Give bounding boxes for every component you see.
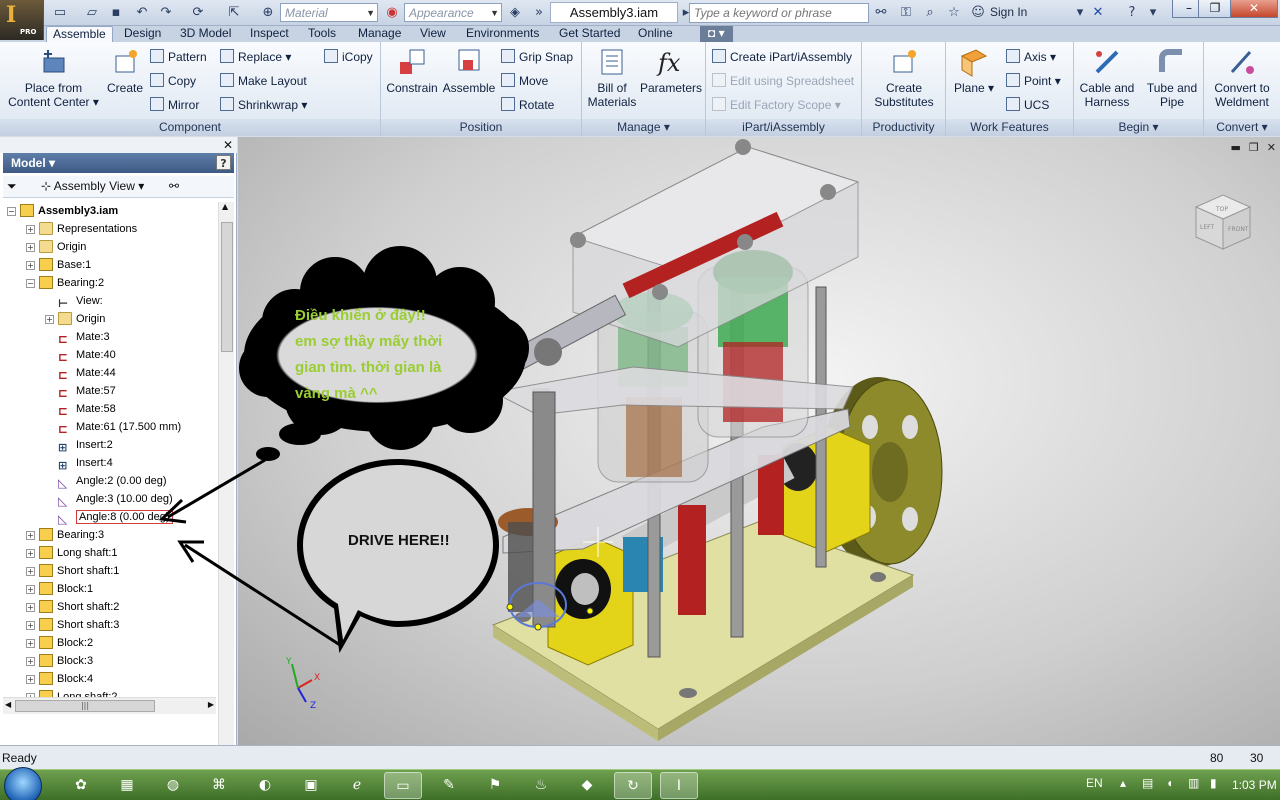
- annotation-overlay: [158, 246, 529, 654]
- taskbar-app-icon[interactable]: ◍: [154, 772, 192, 799]
- clock[interactable]: 1:03 PM: [1232, 778, 1277, 792]
- tray-icon[interactable]: ▥: [1188, 776, 1199, 790]
- network-icon[interactable]: ▤: [1142, 776, 1153, 790]
- app-edition-badge: PRO: [20, 28, 37, 36]
- taskbar-ie-icon[interactable]: ℯ: [338, 772, 376, 799]
- cloud-line: Điều khiển ở đây!!: [295, 307, 426, 324]
- tray-icon[interactable]: ▴: [1120, 776, 1126, 790]
- taskbar-explorer-icon[interactable]: ▭: [384, 772, 422, 799]
- app-logo-letter: I: [6, 2, 17, 28]
- speech-bubble-fill: [303, 465, 493, 640]
- thought-cloud-text: Điều khiển ở đây!! em sợ thầy mấy thời g…: [295, 303, 525, 407]
- status-bar: Ready 80 30: [0, 745, 1280, 769]
- taskbar-app-icon[interactable]: ⌘: [200, 772, 238, 799]
- cloud-line: gian tìm. thời gian là: [295, 359, 442, 376]
- cloud-line: em sợ thầy mấy thời: [295, 333, 443, 350]
- taskbar-app-icon[interactable]: ✎: [430, 772, 468, 799]
- status-count-files: 30: [1250, 751, 1264, 765]
- taskbar-app-icon[interactable]: ◐: [246, 772, 284, 799]
- taskbar-app-icon[interactable]: ◆: [568, 772, 606, 799]
- taskbar-app-icon[interactable]: ♨: [522, 772, 560, 799]
- windows-taskbar: ✿ ▦ ◍ ⌘ ◐ ▣ ℯ ▭ ✎ ⚑ ♨ ◆ ↻ I EN ▴ ▤ ◖ ▥ ▮…: [0, 767, 1280, 800]
- taskbar-pdf-icon[interactable]: ⚑: [476, 772, 514, 799]
- system-tray: EN ▴ ▤ ◖ ▥ ▮ 1:03 PM: [1060, 770, 1280, 800]
- taskbar-inventor-icon[interactable]: I: [660, 772, 698, 799]
- speech-bubble-text: DRIVE HERE!!: [348, 532, 450, 549]
- volume-icon[interactable]: ◖: [1166, 776, 1173, 790]
- application-menu-button[interactable]: I PRO: [0, 0, 44, 40]
- taskbar-app-icon[interactable]: ✿: [62, 772, 100, 799]
- taskbar-app-icon[interactable]: ▣: [292, 772, 330, 799]
- status-count-occurrences: 80: [1210, 751, 1224, 765]
- power-icon[interactable]: ▮: [1210, 776, 1217, 790]
- taskbar-app-icon[interactable]: ↻: [614, 772, 652, 799]
- start-button[interactable]: [4, 767, 42, 800]
- taskbar-calculator-icon[interactable]: ▦: [108, 772, 146, 799]
- cloud-line: vàng mà ^^: [295, 385, 378, 402]
- language-indicator[interactable]: EN: [1086, 776, 1103, 790]
